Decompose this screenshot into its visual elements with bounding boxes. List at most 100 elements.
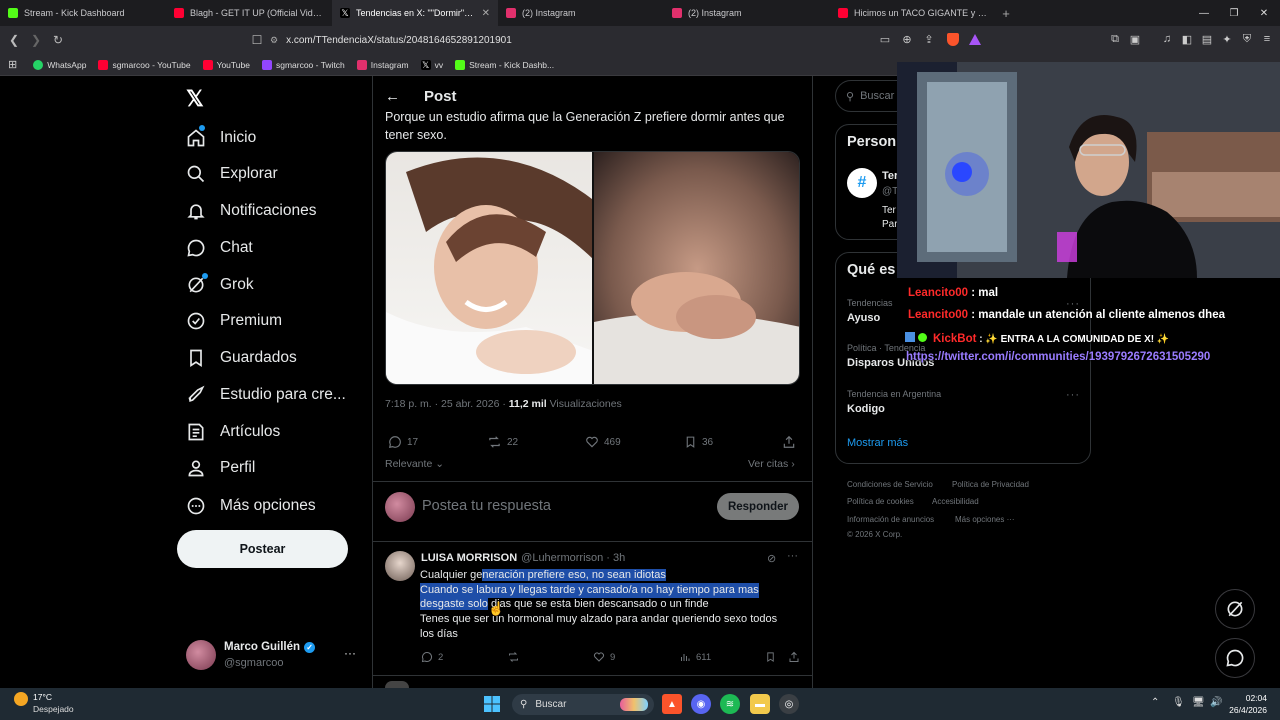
- sort-dropdown[interactable]: Relevante ⌄: [385, 458, 444, 470]
- bookmark-twitch[interactable]: sgmarcoo - Twitch: [261, 59, 345, 70]
- volume-icon[interactable]: 🔊: [1210, 697, 1222, 708]
- back-button[interactable]: ❮: [4, 30, 24, 50]
- bookmark-page-icon[interactable]: ☐: [247, 30, 267, 50]
- browser-tab-active[interactable]: 𝕏 Tendencias en X: ""Dormir": Porq ✕: [332, 0, 498, 26]
- restore-button[interactable]: ❐: [1218, 0, 1250, 26]
- bookmark-kick[interactable]: Stream - Kick Dashb...: [455, 59, 554, 70]
- browser-tab[interactable]: (2) Instagram: [664, 0, 830, 26]
- sidebar-toggle-icon[interactable]: ◧: [1178, 30, 1196, 48]
- account-menu-icon[interactable]: ···: [344, 646, 356, 660]
- account-name[interactable]: Marco Guillén ✓: [224, 641, 316, 653]
- reply-input[interactable]: Postea tu respuesta: [422, 498, 551, 514]
- trend-menu-icon[interactable]: ···: [1066, 389, 1080, 401]
- obs-taskbar-icon[interactable]: ◎: [779, 694, 799, 714]
- brave-taskbar-icon[interactable]: ▲: [662, 694, 682, 714]
- bookmark-instagram[interactable]: Instagram: [356, 59, 409, 70]
- extensions-icon[interactable]: ⧉: [1106, 30, 1124, 48]
- cast-icon[interactable]: ▭: [876, 30, 894, 48]
- zoom-icon[interactable]: ⊕: [898, 30, 916, 48]
- minimize-button[interactable]: —: [1188, 0, 1220, 26]
- share-icon[interactable]: ⇪: [920, 30, 938, 48]
- comment-share-action[interactable]: [788, 651, 800, 663]
- apps-grid-icon[interactable]: ⊞: [8, 58, 17, 71]
- site-info-icon[interactable]: ⚙: [270, 35, 278, 46]
- hashtag-avatar-icon[interactable]: #: [847, 168, 877, 198]
- sidebar-item-premium[interactable]: Premium: [185, 306, 282, 336]
- browser-tab[interactable]: (2) Instagram: [498, 0, 664, 26]
- share-action[interactable]: [782, 434, 801, 450]
- bookmark-youtube-channel[interactable]: sgmarcoo - YouTube: [98, 59, 191, 70]
- back-arrow-icon[interactable]: ←: [385, 88, 400, 105]
- comment-like-action[interactable]: 9: [593, 651, 615, 663]
- comment-repost-action[interactable]: [507, 651, 520, 663]
- sidebar-item-inicio[interactable]: Inicio: [185, 123, 256, 153]
- chat-floating-button[interactable]: [1215, 638, 1255, 678]
- vpn-icon[interactable]: ⛨: [1238, 30, 1256, 48]
- brave-rewards-icon[interactable]: [966, 30, 984, 48]
- avatar[interactable]: [385, 551, 415, 581]
- reply-button[interactable]: Responder: [717, 493, 799, 520]
- brave-shield-icon[interactable]: [944, 30, 962, 48]
- tweet-media[interactable]: [385, 151, 800, 385]
- footer-link[interactable]: Información de anuncios: [847, 515, 934, 524]
- sidebar-item-estudio[interactable]: Estudio para cre...: [185, 380, 346, 410]
- chevron-up-icon[interactable]: ⌃: [1151, 697, 1159, 708]
- sidebar-item-grok[interactable]: Grok: [185, 270, 254, 300]
- comment-views[interactable]: 611: [679, 651, 711, 663]
- sidebar-item-articulos[interactable]: Artículos: [185, 417, 280, 447]
- footer-link[interactable]: Más opciones ···: [955, 515, 1015, 524]
- clock-time[interactable]: 02:04: [1229, 693, 1267, 703]
- close-window-button[interactable]: ✕: [1248, 0, 1280, 26]
- x-logo-icon[interactable]: 𝕏: [186, 86, 204, 112]
- reply-action[interactable]: 17: [388, 434, 418, 450]
- footer-link[interactable]: Política de Privacidad: [952, 480, 1029, 489]
- bookmark-youtube[interactable]: YouTube: [202, 59, 250, 70]
- screenshot-icon[interactable]: ▣: [1126, 30, 1144, 48]
- bookmark-action[interactable]: 36: [684, 434, 713, 450]
- file-explorer-taskbar-icon[interactable]: ▬: [750, 694, 770, 714]
- sidebar-item-perfil[interactable]: Perfil: [185, 453, 255, 483]
- footer-link[interactable]: Accesibilidad: [932, 497, 979, 506]
- microphone-icon[interactable]: 🎙: [1172, 697, 1185, 708]
- forward-button[interactable]: ❯: [26, 30, 46, 50]
- comment-author[interactable]: LUISA MORRISON @Luhermorrison · 3h: [421, 552, 625, 564]
- browser-tab[interactable]: Blagh - GET IT UP (Official Video) - Yo: [166, 0, 332, 26]
- new-tab-button[interactable]: +: [996, 0, 1016, 26]
- comment-bookmark-action[interactable]: [765, 651, 776, 663]
- grok-floating-button[interactable]: [1215, 589, 1255, 629]
- footer-link[interactable]: Condiciones de Servicio: [847, 480, 933, 489]
- suggested-account-name[interactable]: Ter: [882, 170, 898, 182]
- reload-button[interactable]: ↻: [48, 30, 68, 50]
- sidebar-item-chat[interactable]: Chat: [185, 233, 253, 263]
- discord-taskbar-icon[interactable]: ◉: [691, 694, 711, 714]
- sidebar-item-mas-opciones[interactable]: Más opciones: [185, 491, 316, 521]
- comment-reply-action[interactable]: 2: [421, 651, 443, 663]
- avatar[interactable]: [186, 640, 216, 670]
- comment-menu-icon[interactable]: ···: [787, 550, 798, 562]
- taskbar-search[interactable]: ⚲ Buscar: [512, 694, 654, 715]
- show-more-link[interactable]: Mostrar más: [847, 437, 908, 449]
- clock-date[interactable]: 26/4/2026: [1225, 705, 1267, 715]
- bookmark-x[interactable]: 𝕏vv: [420, 59, 443, 70]
- footer-link[interactable]: Política de cookies: [847, 497, 914, 506]
- like-action[interactable]: 469: [585, 434, 621, 450]
- trend-item[interactable]: Ayuso: [847, 312, 880, 324]
- post-button[interactable]: Postear: [177, 530, 348, 568]
- view-quotes-link[interactable]: Ver citas ›: [748, 458, 795, 470]
- browser-tab[interactable]: Stream - Kick Dashboard: [0, 0, 166, 26]
- wallet-icon[interactable]: ▤: [1198, 30, 1216, 48]
- network-icon[interactable]: 🖥: [1192, 697, 1205, 708]
- bookmark-whatsapp[interactable]: WhatsApp: [33, 59, 86, 70]
- browser-tab[interactable]: Hicimos un TACO GIGANTE y se fue d: [830, 0, 996, 26]
- chat-link[interactable]: https://twitter.com/i/communities/193979…: [906, 351, 1210, 363]
- leo-icon[interactable]: ✦: [1218, 30, 1236, 48]
- windows-start-icon[interactable]: [482, 694, 502, 714]
- trend-item[interactable]: Kodigo: [847, 403, 885, 415]
- sidebar-item-notificaciones[interactable]: Notificaciones: [185, 196, 317, 226]
- grok-explain-icon[interactable]: ⊘: [767, 552, 776, 565]
- weather-temp[interactable]: 17°C: [33, 692, 52, 702]
- weather-icon[interactable]: [14, 692, 28, 706]
- repost-action[interactable]: 22: [487, 434, 518, 450]
- sidebar-item-explorar[interactable]: Explorar: [185, 159, 278, 189]
- music-icon[interactable]: ♫: [1158, 30, 1176, 48]
